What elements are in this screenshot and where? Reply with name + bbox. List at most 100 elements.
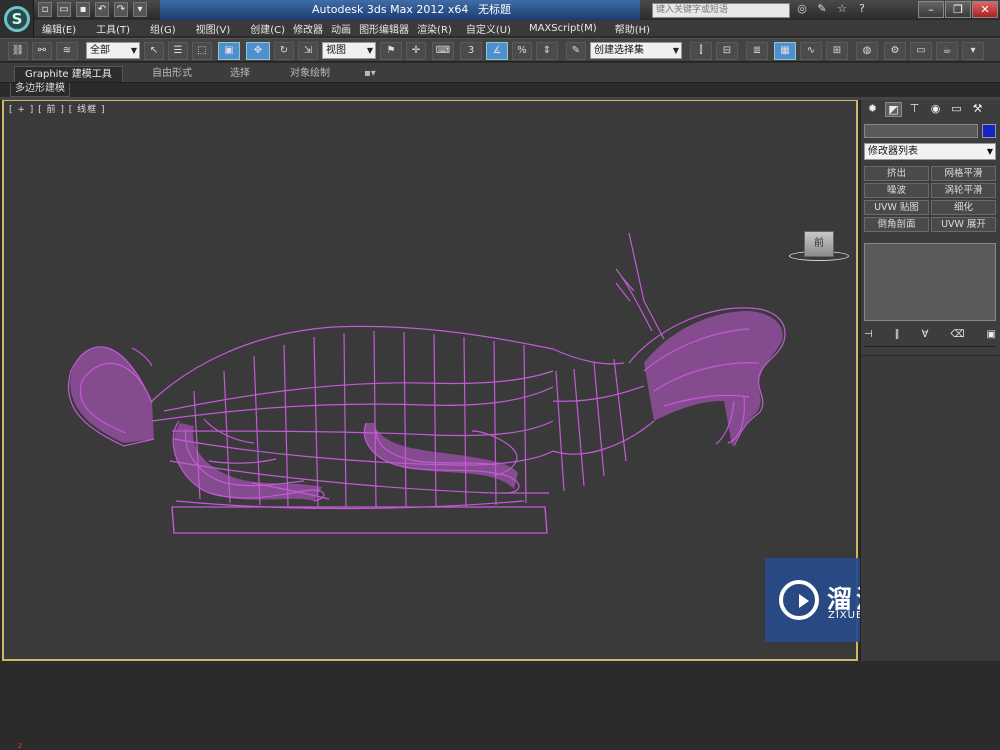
max-logo-icon: S <box>4 6 30 32</box>
tessellate-button[interactable]: 细化 <box>931 200 996 215</box>
bind-spacewarp-icon[interactable]: ≋ <box>56 42 78 60</box>
angle-snap-icon[interactable]: ∡ <box>486 42 508 60</box>
search-input[interactable]: 键入关键字或短语 <box>652 3 790 18</box>
make-unique-icon[interactable]: ∀ <box>922 329 929 340</box>
play-logo-icon <box>779 580 819 620</box>
dropdown-icon[interactable]: ▾ <box>133 2 147 17</box>
render-dropdown-icon[interactable]: ▾ <box>962 42 984 60</box>
render-setup-icon[interactable]: ⚙ <box>884 42 906 60</box>
extrude-button[interactable]: 挤出 <box>864 166 929 181</box>
create-tab-icon[interactable]: ✹ <box>864 102 881 117</box>
app-logo-button[interactable]: S <box>0 0 34 38</box>
menu-modifiers[interactable]: 修改器 <box>293 21 323 36</box>
bevel-profile-button[interactable]: 倒角剖面 <box>864 217 929 232</box>
infocenter-icons: ◎ ✎ ☆ ? <box>795 2 869 17</box>
rectangle-selection-icon[interactable]: ⬚ <box>192 42 212 60</box>
open-icon[interactable]: ▭ <box>57 2 71 17</box>
pin-stack-icon[interactable]: ⊣ <box>864 329 873 340</box>
menu-edit[interactable]: 编辑(E) <box>42 21 76 36</box>
tab-polygon-modeling[interactable]: 多边形建模 <box>10 83 70 97</box>
selection-filter-dropdown[interactable]: 全部 ▼ <box>86 42 140 59</box>
menu-animation[interactable]: 动画 <box>331 21 351 36</box>
menu-tools[interactable]: 工具(T) <box>96 21 130 36</box>
named-selection-value: 创建选择集 <box>594 45 644 56</box>
graphite-toggle-icon[interactable]: ▦ <box>774 42 796 60</box>
tab-selection[interactable]: 选择 <box>230 66 250 82</box>
ribbon-options-icon[interactable]: ▪▾ <box>364 66 376 82</box>
hierarchy-tab-icon[interactable]: ⊤ <box>906 102 923 117</box>
help-icon[interactable]: ? <box>855 2 869 17</box>
save-icon[interactable]: ▪ <box>76 2 90 17</box>
render-frame-icon[interactable]: ▭ <box>910 42 932 60</box>
unwrap-uvw-button[interactable]: UVW 展开 <box>931 217 996 232</box>
menu-rendering[interactable]: 渲染(R) <box>417 21 452 36</box>
motion-tab-icon[interactable]: ◉ <box>927 102 944 117</box>
named-selection-dropdown[interactable]: 创建选择集 ▼ <box>590 42 682 59</box>
ribbon-tabs: Graphite 建模工具 自由形式 选择 对象绘制 ▪▾ <box>0 63 1000 83</box>
select-object-icon[interactable]: ↖ <box>144 42 164 60</box>
window-crossing-icon[interactable]: ▣ <box>218 42 240 60</box>
modify-tab-icon[interactable]: ◩ <box>885 102 902 117</box>
menu-graph-editors[interactable]: 图形编辑器 <box>359 21 409 36</box>
material-editor-icon[interactable]: ◍ <box>856 42 878 60</box>
scale-icon[interactable]: ⇲ <box>298 42 318 60</box>
main-toolbar: ⛓ ⚯ ≋ 全部 ▼ ↖ ☰ ⬚ ▣ ✥ ↻ ⇲ 视图 ▼ ⚑ ✛ ⌨ 3 ∡ % … <box>0 38 1000 62</box>
tab-object-paint[interactable]: 对象绘制 <box>290 66 330 82</box>
noise-button[interactable]: 噪波 <box>864 183 929 198</box>
render-teapot-icon[interactable]: ☕ <box>936 42 958 60</box>
uvw-map-button[interactable]: UVW 贴图 <box>864 200 929 215</box>
keyboard-shortcut-override-icon[interactable]: ⌨ <box>432 42 454 60</box>
curve-editor-icon[interactable]: ∿ <box>800 42 822 60</box>
menu-help[interactable]: 帮助(H) <box>615 21 650 36</box>
display-tab-icon[interactable]: ▭ <box>948 102 965 117</box>
tools-icon[interactable]: ✎ <box>815 2 829 17</box>
align-icon[interactable]: ⊟ <box>716 42 738 60</box>
new-icon[interactable]: ▫ <box>38 2 52 17</box>
close-button[interactable]: ✕ <box>972 1 998 18</box>
menu-create[interactable]: 创建(C) <box>250 21 285 36</box>
layer-manager-icon[interactable]: ≣ <box>746 42 768 60</box>
menu-maxscript[interactable]: MAXScript(M) <box>529 23 597 34</box>
turbosmooth-button[interactable]: 涡轮平滑 <box>931 183 996 198</box>
command-panel: ✹ ◩ ⊤ ◉ ▭ ⚒ 修改器列表 ▼ 挤出 网格平滑 噪波 涡轮平滑 UVW 贴… <box>860 100 1000 661</box>
tab-graphite-modeling[interactable]: Graphite 建模工具 <box>14 66 123 82</box>
remove-modifier-icon[interactable]: ⌫ <box>950 329 964 340</box>
select-manipulate-icon[interactable]: ✛ <box>406 42 426 60</box>
minimize-button[interactable]: – <box>918 1 944 18</box>
reference-coordinate-dropdown[interactable]: 视图 ▼ <box>322 42 376 59</box>
star-icon[interactable]: ☆ <box>835 2 849 17</box>
binoculars-icon[interactable]: ◎ <box>795 2 809 17</box>
move-icon[interactable]: ✥ <box>246 42 270 60</box>
parameters-rollout <box>861 355 1000 661</box>
snap-toggle-icon[interactable]: 3 <box>460 42 482 60</box>
undo-icon[interactable]: ↶ <box>95 2 109 17</box>
redo-icon[interactable]: ↷ <box>114 2 128 17</box>
schematic-view-icon[interactable]: ⊞ <box>826 42 848 60</box>
utilities-tab-icon[interactable]: ⚒ <box>969 102 986 117</box>
edit-named-selection-icon[interactable]: ✎ <box>566 42 586 60</box>
object-name-field[interactable] <box>864 124 978 138</box>
object-color-swatch[interactable] <box>982 124 996 138</box>
mirror-icon[interactable]: ⫿ <box>690 42 712 60</box>
viewcube[interactable]: 前 <box>804 231 834 257</box>
percent-snap-icon[interactable]: % <box>512 42 532 60</box>
link-icon[interactable]: ⛓ <box>8 42 28 60</box>
pivot-center-icon[interactable]: ⚑ <box>380 42 402 60</box>
meshsmooth-button[interactable]: 网格平滑 <box>931 166 996 181</box>
modifier-list-dropdown[interactable]: 修改器列表 ▼ <box>864 143 996 160</box>
rotate-icon[interactable]: ↻ <box>274 42 294 60</box>
unlink-icon[interactable]: ⚯ <box>32 42 52 60</box>
select-by-name-icon[interactable]: ☰ <box>168 42 188 60</box>
show-end-result-icon[interactable]: ∥ <box>895 329 900 340</box>
modifier-stack[interactable] <box>864 243 996 321</box>
spinner-snap-icon[interactable]: ⇕ <box>536 42 558 60</box>
menu-customize[interactable]: 自定义(U) <box>466 21 511 36</box>
menu-view[interactable]: 视图(V) <box>196 21 231 36</box>
tab-freeform[interactable]: 自由形式 <box>152 66 192 82</box>
wireframe-model[interactable] <box>4 101 856 660</box>
front-viewport[interactable]: [ + ] [ 前 ] [ 线框 ] 前 z <box>2 100 858 750</box>
restore-button[interactable]: ❐ <box>945 1 971 18</box>
menu-group[interactable]: 组(G) <box>150 21 176 36</box>
configure-sets-icon[interactable]: ▣ <box>987 329 996 340</box>
document-title: 无标题 <box>478 3 511 16</box>
